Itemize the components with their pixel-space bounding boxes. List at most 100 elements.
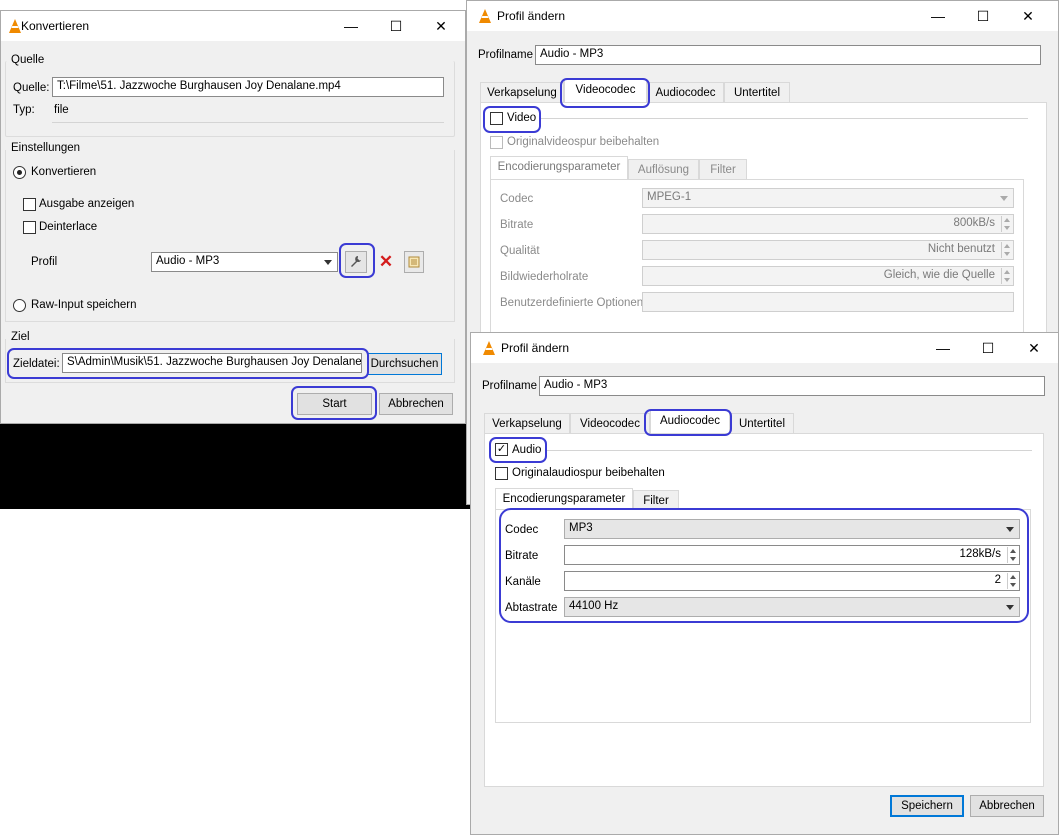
wrench-icon — [351, 256, 361, 267]
audio-bitrate-value: 128kB/s — [959, 548, 1001, 560]
spin-arrows-icon — [1007, 547, 1018, 563]
video-codec-select[interactable]: MPEG-1 — [642, 188, 1014, 208]
convert-window: Konvertieren — ☐ ✕ Quelle Quelle: T:\Fil… — [0, 10, 466, 424]
source-label: Quelle: — [13, 82, 50, 94]
video-framerate-value: Gleich, wie die Quelle — [883, 269, 995, 281]
close-button[interactable]: ✕ — [1022, 337, 1046, 359]
audio-checkbox[interactable]: ✓ — [495, 443, 508, 456]
audio-channels-label: Kanäle — [505, 576, 541, 588]
audio-codec-label: Codec — [505, 524, 539, 536]
deinterlace-checkbox[interactable] — [23, 221, 36, 234]
audio-bitrate-label: Bitrate — [505, 550, 539, 562]
profile-audio-title: Profil ändern — [501, 341, 570, 355]
spin-arrows-icon — [1001, 216, 1012, 232]
video-framerate-label: Bildwiederholrate — [500, 271, 589, 283]
delete-x-icon: ✕ — [378, 252, 394, 271]
cancel-button[interactable]: Abbrechen — [379, 393, 453, 415]
video-quality-spinbox[interactable]: Nicht benutzt — [642, 240, 1014, 260]
edit-profile-button[interactable] — [345, 251, 367, 273]
video-custom-options-label: Benutzerdefinierte Optionen — [500, 297, 644, 309]
subtab-resolution[interactable]: Auflösung — [628, 159, 699, 180]
keep-original-video-checkbox[interactable] — [490, 136, 503, 149]
browse-button[interactable]: Durchsuchen — [367, 353, 442, 375]
profile-select[interactable]: Audio - MP3 — [151, 252, 338, 272]
profile-select-value: Audio - MP3 — [156, 255, 220, 267]
tab-subtitles[interactable]: Untertitel — [724, 82, 790, 103]
profile-name-label: Profilname — [478, 49, 533, 61]
audio-bitrate-spinbox[interactable]: 128kB/s — [564, 545, 1020, 565]
save-button[interactable]: Speichern — [890, 795, 964, 817]
keep-original-audio-checkbox[interactable] — [495, 467, 508, 480]
video-framerate-spinbox[interactable]: Gleich, wie die Quelle — [642, 266, 1014, 286]
video-quality-label: Qualität — [500, 245, 540, 257]
chevron-down-icon — [1006, 527, 1014, 532]
maximize-button[interactable]: ☐ — [976, 337, 1000, 359]
audio-codec-value: MP3 — [569, 522, 593, 534]
subtab-encoding-params[interactable]: Encodierungsparameter — [490, 156, 628, 179]
video-bitrate-label: Bitrate — [500, 219, 534, 231]
profile-label: Profil — [31, 256, 58, 268]
video-check-label: Video — [507, 112, 537, 124]
tab-audiocodec[interactable]: Audiocodec — [650, 410, 730, 434]
video-checkbox[interactable] — [490, 112, 503, 125]
convert-radio-label: Konvertieren — [31, 166, 97, 178]
audio-samplerate-value: 44100 Hz — [569, 600, 619, 612]
source-group-divider — [5, 61, 455, 137]
type-label: Typ: — [13, 104, 35, 116]
video-codec-label: Codec — [500, 193, 534, 205]
cancel-button[interactable]: Abbrechen — [970, 795, 1044, 817]
profile-video-title: Profil ändern — [497, 9, 566, 23]
target-label: Zieldatei: — [13, 358, 60, 370]
profile-audio-titlebar: Profil ändern — ☐ ✕ — [471, 333, 1058, 363]
source-input[interactable]: T:\Filme\51. Jazzwoche Burghausen Joy De… — [52, 77, 444, 97]
profile-video-titlebar: Profil ändern — ☐ ✕ — [467, 1, 1058, 31]
subtab-filter[interactable]: Filter — [633, 490, 679, 511]
video-custom-options-input[interactable] — [642, 292, 1014, 312]
show-output-checkbox[interactable] — [23, 198, 36, 211]
video-codec-value: MPEG-1 — [647, 191, 692, 203]
audio-codec-select[interactable]: MP3 — [564, 519, 1020, 539]
audio-samplerate-select[interactable]: 44100 Hz — [564, 597, 1020, 617]
maximize-button[interactable]: ☐ — [384, 15, 408, 37]
keep-original-audio-label: Originalaudiospur beibehalten — [512, 467, 665, 479]
spin-arrows-icon — [1001, 242, 1012, 258]
spin-arrows-icon — [1007, 573, 1018, 589]
type-value: file — [54, 104, 69, 116]
new-profile-icon — [408, 256, 420, 268]
close-button[interactable]: ✕ — [1016, 5, 1040, 27]
desktop-background — [0, 424, 470, 509]
convert-title: Konvertieren — [21, 19, 90, 33]
audio-channels-value: 2 — [994, 574, 1001, 586]
tab-subtitles[interactable]: Untertitel — [730, 413, 794, 434]
tab-videocodec[interactable]: Videocodec — [570, 413, 650, 434]
source-separator — [52, 122, 444, 123]
subtab-encoding-params[interactable]: Encodierungsparameter — [495, 488, 633, 511]
profile-name-label: Profilname — [482, 380, 537, 392]
vlc-cone-icon — [479, 9, 491, 23]
raw-input-radio[interactable] — [13, 299, 26, 312]
tab-audiocodec[interactable]: Audiocodec — [647, 82, 724, 103]
profile-name-input[interactable]: Audio - MP3 — [535, 45, 1041, 65]
new-profile-button[interactable] — [404, 251, 424, 273]
video-bitrate-spinbox[interactable]: 800kB/s — [642, 214, 1014, 234]
minimize-button[interactable]: — — [926, 5, 950, 27]
convert-radio[interactable] — [13, 166, 26, 179]
audio-samplerate-label: Abtastrate — [505, 602, 558, 614]
minimize-button[interactable]: — — [931, 337, 955, 359]
tab-encapsulation[interactable]: Verkapselung — [480, 82, 564, 103]
delete-profile-button[interactable]: ✕ — [376, 252, 396, 272]
close-button[interactable]: ✕ — [429, 15, 453, 37]
chevron-down-icon — [1000, 196, 1008, 201]
start-button[interactable]: Start — [297, 393, 372, 415]
tab-videocodec[interactable]: Videocodec — [564, 79, 647, 103]
audio-channels-spinbox[interactable]: 2 — [564, 571, 1020, 591]
video-quality-value: Nicht benutzt — [927, 243, 995, 255]
minimize-button[interactable]: — — [339, 15, 363, 37]
maximize-button[interactable]: ☐ — [971, 5, 995, 27]
target-file-input[interactable]: S\Admin\Musik\51. Jazzwoche Burghausen J… — [62, 353, 362, 373]
subtab-filter[interactable]: Filter — [699, 159, 747, 180]
raw-input-label: Raw-Input speichern — [31, 299, 137, 311]
profile-name-input[interactable]: Audio - MP3 — [539, 376, 1045, 396]
tab-encapsulation[interactable]: Verkapselung — [484, 413, 570, 434]
audio-group-line — [547, 450, 1032, 451]
